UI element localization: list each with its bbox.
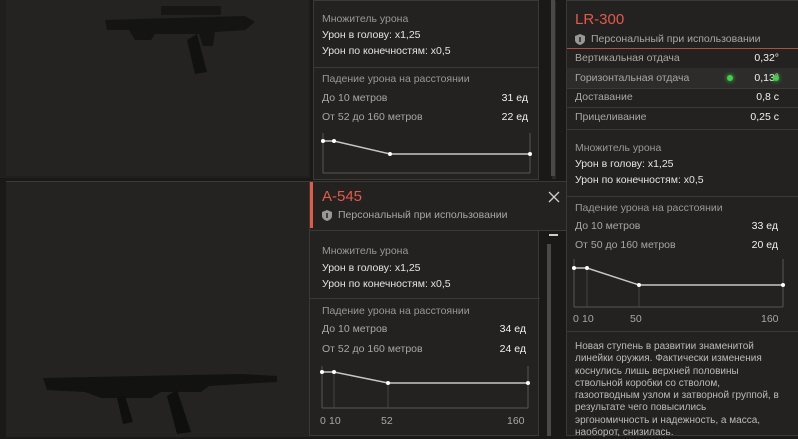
weapon-card-top[interactable] xyxy=(0,0,310,178)
weapon-card-bottom[interactable] xyxy=(6,181,310,437)
divider xyxy=(314,67,538,68)
stat-value: 0,8 с xyxy=(756,91,779,103)
damage-multiplier-title: Множитель урона xyxy=(575,142,662,154)
stat-label: Доставание xyxy=(575,91,633,103)
falloff-title: Падение урона на расстоянии xyxy=(322,73,470,85)
close-button[interactable] xyxy=(547,190,561,204)
falloff-row-value: 22 ед xyxy=(501,111,528,123)
divider xyxy=(567,331,798,332)
falloff-row-label: От 52 до 160 метров xyxy=(322,343,423,355)
divider xyxy=(310,298,540,299)
weapon-title: A-545 xyxy=(322,188,363,205)
damage-falloff-graph xyxy=(572,259,785,308)
stat-row: Вертикальная отдача 0,32° xyxy=(567,49,798,69)
limb-multiplier: Урон по конечностям: x0,5 xyxy=(322,45,451,57)
damage-multiplier-title: Множитель урона xyxy=(322,245,409,257)
indicator-dot-icon xyxy=(727,75,733,81)
headshot-multiplier: Урон в голову: x1,25 xyxy=(322,262,421,274)
famas-rifle-icon xyxy=(105,6,255,74)
falloff-row-value: 33 ед xyxy=(751,220,778,232)
axis-tick-label: 50 xyxy=(630,313,642,325)
divider xyxy=(310,230,572,231)
stat-label: Вертикальная отдача xyxy=(575,52,680,64)
damage-multiplier-title: Множитель урона xyxy=(322,13,409,25)
falloff-row-label: До 10 метров xyxy=(322,323,388,335)
falloff-row-value: 31 ед xyxy=(501,92,528,104)
stat-label: Прицеливание xyxy=(575,111,647,123)
weapon-description: Новая ступень в развитии знаменитой лине… xyxy=(575,341,779,439)
stat-row: Прицеливание 0,25 с xyxy=(567,107,798,127)
stat-row: Доставание 0,8 с xyxy=(567,88,798,108)
axis-tick-label: 0 xyxy=(320,415,326,427)
stat-row-highlighted: Горизонтальная отдача 0,13° xyxy=(567,68,798,88)
limb-multiplier: Урон по конечностям: x0,5 xyxy=(322,278,451,290)
ownership-label: Персональный при использовании xyxy=(591,33,761,45)
stat-label: Горизонтальная отдача xyxy=(575,72,690,84)
falloff-row-value: 24 ед xyxy=(499,343,526,355)
falloff-row-label: От 50 до 160 метров xyxy=(575,239,676,251)
limb-multiplier: Урон по конечностям: x0,5 xyxy=(575,174,704,186)
minus-icon[interactable] xyxy=(549,234,558,236)
stats-panel-lr300: LR-300 Персональный при использовании Ве… xyxy=(566,0,798,439)
a545-rifle-icon xyxy=(43,374,277,434)
falloff-row-value: 20 ед xyxy=(751,239,778,251)
falloff-row-label: До 10 метров xyxy=(322,92,388,104)
indicator-dot-icon xyxy=(773,75,779,81)
divider xyxy=(567,196,798,197)
stat-value: 0,25 с xyxy=(750,111,779,123)
axis-tick-label: 10 xyxy=(582,313,594,325)
stats-panel-a545: A-545 Персональный при использовании Мно… xyxy=(309,181,572,436)
axis-tick-label: 160 xyxy=(761,313,779,325)
falloff-row-label: От 52 до 160 метров xyxy=(322,111,423,123)
axis-tick-label: 160 xyxy=(507,415,525,427)
falloff-row-label: До 10 метров xyxy=(575,220,641,232)
falloff-row-value: 34 ед xyxy=(499,323,526,335)
axis-tick-label: 0 xyxy=(573,313,579,325)
axis-tick-label: 10 xyxy=(329,415,341,427)
falloff-title: Падение урона на расстоянии xyxy=(322,305,470,317)
ownership-label: Персональный при использовании xyxy=(338,209,508,221)
header-accent-bar xyxy=(310,182,313,228)
divider xyxy=(567,129,798,130)
falloff-title: Падение урона на расстоянии xyxy=(575,202,723,214)
scrollbar-thumb[interactable] xyxy=(551,0,555,176)
weapon-title: LR-300 xyxy=(575,11,625,28)
damage-falloff-graph xyxy=(321,133,532,174)
shield-icon xyxy=(322,210,332,221)
stats-panel-top: Множитель урона Урон в голову: x1,25 Уро… xyxy=(313,0,556,180)
scrollbar-thumb[interactable] xyxy=(547,244,551,436)
stat-value: 0,32° xyxy=(754,52,779,64)
shield-icon xyxy=(575,34,585,45)
headshot-multiplier: Урон в голову: x1,25 xyxy=(322,29,421,41)
axis-tick-label: 52 xyxy=(381,415,393,427)
headshot-multiplier: Урон в голову: x1,25 xyxy=(575,158,674,170)
damage-falloff-graph xyxy=(320,366,530,409)
